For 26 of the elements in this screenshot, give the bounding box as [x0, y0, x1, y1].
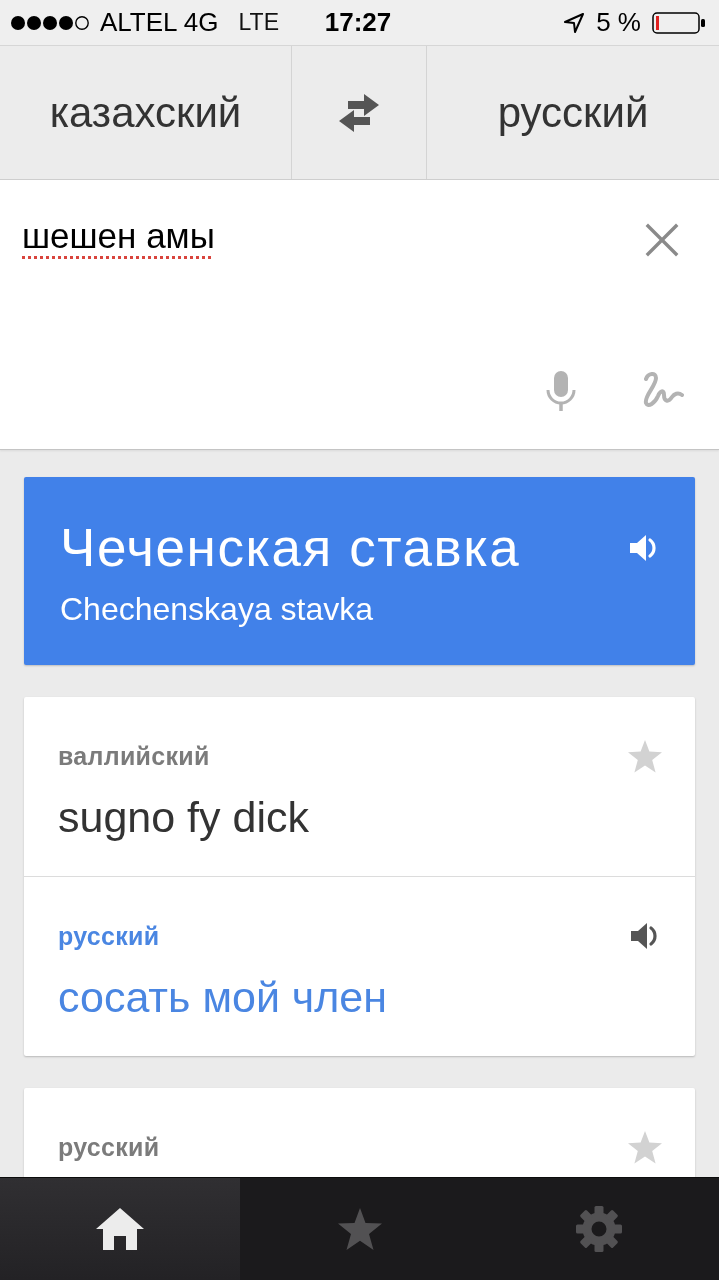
swap-languages-button[interactable] — [291, 46, 427, 179]
clock-time: 17:27 — [324, 7, 392, 38]
gear-icon — [575, 1205, 624, 1253]
home-tab[interactable] — [0, 1178, 240, 1280]
language-label: русский — [58, 1132, 161, 1162]
star-icon — [336, 1207, 383, 1251]
home-icon — [94, 1207, 145, 1251]
battery-icon — [652, 11, 706, 34]
phrase-text: sugno fy dick — [58, 793, 310, 841]
transliteration-text: Chechenskaya stavka — [60, 590, 375, 628]
star-icon[interactable] — [627, 738, 663, 774]
microphone-icon[interactable] — [545, 370, 577, 412]
network-type: LTE — [238, 9, 279, 36]
star-icon[interactable] — [627, 1129, 663, 1165]
signal-icon — [10, 14, 90, 31]
close-icon[interactable] — [645, 223, 679, 257]
source-language-button[interactable]: казахский — [0, 46, 291, 179]
language-label: русский — [58, 921, 161, 951]
carrier-name: ALTEL 4G — [100, 7, 219, 38]
language-label: валлийский — [58, 741, 211, 771]
translation-text: Чеченская ставка — [60, 518, 522, 578]
text-input-field[interactable]: шешен амы — [22, 180, 577, 370]
translated-phrase: сосать мой член — [58, 973, 388, 1021]
location-arrow-icon — [563, 11, 586, 34]
battery-percent: 5 % — [596, 7, 641, 38]
target-language-button[interactable]: русский — [427, 46, 719, 179]
